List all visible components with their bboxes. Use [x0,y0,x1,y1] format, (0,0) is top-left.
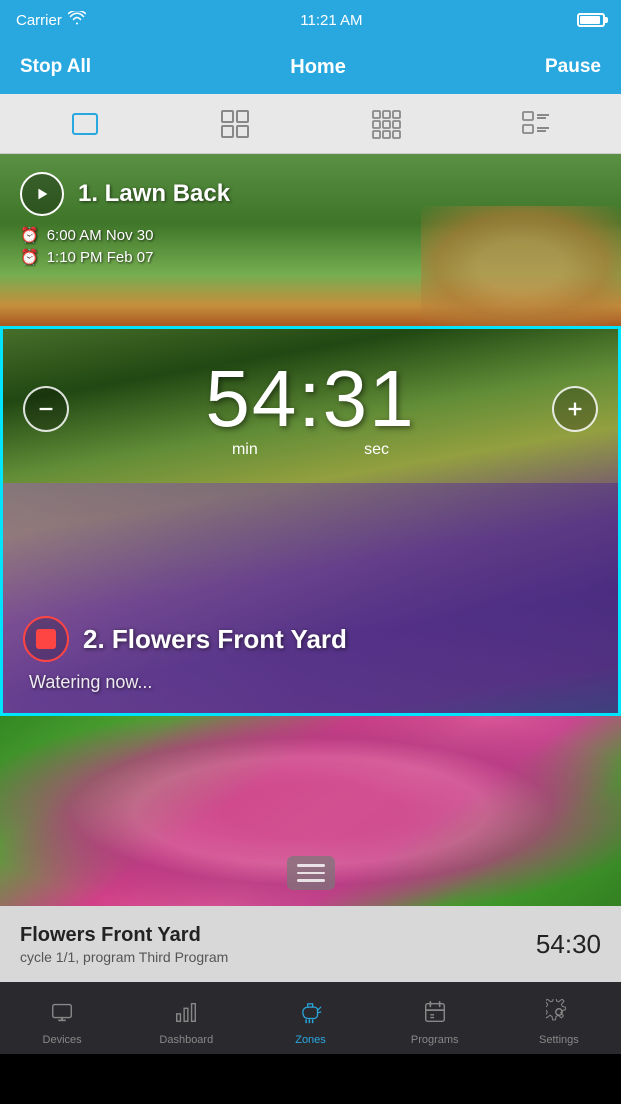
tab-zones-label: Zones [295,1034,326,1046]
zone1-header: 1. Lawn Back [20,172,601,216]
carrier-label: Carrier [16,12,62,29]
timer-value: 54:31 [205,359,415,439]
time-display: 11:21 AM [300,12,362,29]
tab-settings-label: Settings [539,1034,579,1046]
zone2-info: 2. Flowers Front Yard Watering now... [23,616,598,713]
drag-line-2 [297,872,325,875]
clock1-icon: ⏰ [20,226,39,244]
battery-icon [577,13,605,27]
clock2-icon: ⏰ [20,248,39,266]
view-selector [0,94,621,154]
tab-devices[interactable]: Devices [0,982,124,1054]
tab-settings[interactable]: Settings [497,982,621,1054]
stop-all-button[interactable]: Stop All [20,56,91,78]
drag-handle[interactable] [287,856,335,890]
tab-dashboard[interactable]: Dashboard [124,982,248,1054]
tab-zones[interactable]: Zones [248,982,372,1054]
drag-line-3 [297,879,325,882]
watering-status: Watering now... [23,672,598,693]
tab-programs-label: Programs [411,1034,459,1046]
zone-card-1: 1. Lawn Back ⏰ 6:00 AM Nov 30 ⏰ 1:10 PM … [0,154,621,326]
tab-bar: Devices Dashboard Zones [0,982,621,1054]
nav-bar: Stop All Home Pause [0,40,621,94]
zone1-content: 1. Lawn Back ⏰ 6:00 AM Nov 30 ⏰ 1:10 PM … [0,154,621,288]
min-label: min [232,441,258,459]
info-bar-left: Flowers Front Yard cycle 1/1, program Th… [20,924,228,965]
wifi-icon [68,11,86,29]
info-zone-name: Flowers Front Yard [20,924,228,947]
zone2-title: 2. Flowers Front Yard [83,624,347,655]
zone2-content: 54:31 min sec 2. Flowers Front Yard Wate… [3,329,618,713]
info-timer: 54:30 [536,929,601,960]
timer-labels: min sec [205,441,415,459]
tab-programs[interactable]: Programs [373,982,497,1054]
zone1-title: 1. Lawn Back [78,180,230,208]
dashboard-icon [173,999,199,1030]
pause-button[interactable]: Pause [545,56,601,78]
devices-icon [49,999,75,1030]
carrier-info: Carrier [16,11,86,29]
zone-card-2: 54:31 min sec 2. Flowers Front Yard Wate… [0,326,621,716]
timer-display: 54:31 min sec [205,359,415,459]
tab-devices-label: Devices [43,1034,82,1046]
stop-btn-inner [36,629,56,649]
zone1-play-button[interactable] [20,172,64,216]
view-grid-icon[interactable] [364,102,408,146]
status-bar: Carrier 11:21 AM [0,0,621,40]
zone2-stop-button[interactable] [23,616,69,662]
view-single-icon[interactable] [63,102,107,146]
info-sub: cycle 1/1, program Third Program [20,949,228,965]
timer-row: 54:31 min sec [23,359,598,459]
programs-icon [422,999,448,1030]
drag-line-1 [297,864,325,867]
info-bar: Flowers Front Yard cycle 1/1, program Th… [0,906,621,982]
zone2-name-row: 2. Flowers Front Yard [23,616,598,662]
zone-card-3 [0,716,621,906]
zone1-schedule1: ⏰ 6:00 AM Nov 30 [20,226,601,244]
sec-label: sec [364,441,389,459]
view-list-icon[interactable] [514,102,558,146]
nav-title: Home [290,56,346,79]
drag-handle-bar [287,856,335,890]
zone1-schedule2: ⏰ 1:10 PM Feb 07 [20,248,601,266]
zones-icon [298,999,324,1030]
tab-dashboard-label: Dashboard [159,1034,213,1046]
settings-icon [546,999,572,1030]
increase-timer-button[interactable] [552,386,598,432]
view-quad-icon[interactable] [213,102,257,146]
decrease-timer-button[interactable] [23,386,69,432]
